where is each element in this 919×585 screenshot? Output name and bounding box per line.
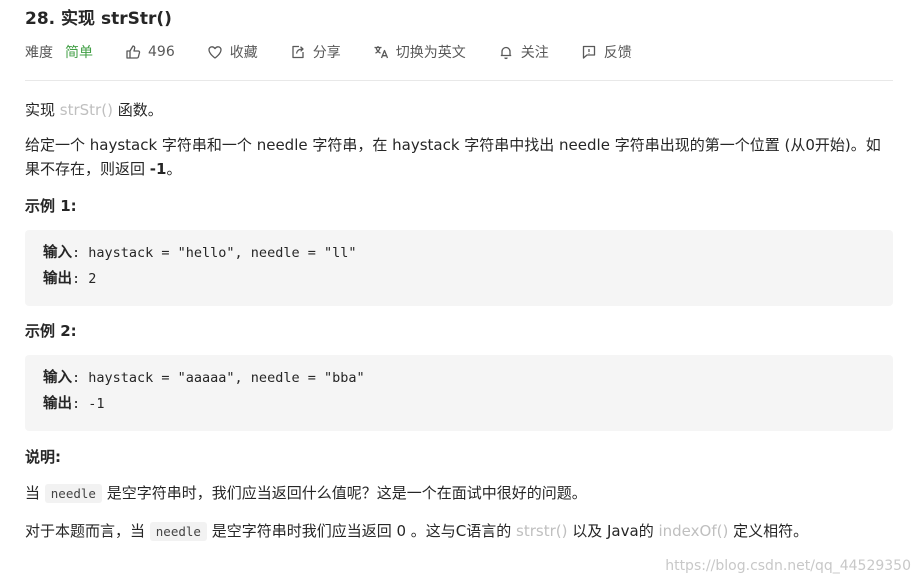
example2-input-value: : haystack = "aaaaa", needle = "bba" xyxy=(72,370,365,386)
like-button[interactable]: 496 xyxy=(125,44,175,60)
header-divider xyxy=(25,80,893,81)
note1-suffix: 是空字符串时，我们应当返回什么值呢？这是一个在面试中很好的问题。 xyxy=(101,484,587,502)
c-strstr-link[interactable]: strstr() xyxy=(516,522,567,540)
note2-prefix: 对于本题而言，当 xyxy=(25,522,150,540)
note2-end: 定义相符。 xyxy=(728,522,809,540)
note-heading: 说明: xyxy=(25,448,61,466)
feedback-label: 反馈 xyxy=(603,45,632,61)
follow-label: 关注 xyxy=(520,45,549,61)
example1-output-line: 输出: 2 xyxy=(43,266,875,292)
share-button[interactable]: 分享 xyxy=(290,42,341,62)
example2-input-line: 输入: haystack = "aaaaa", needle = "bba" xyxy=(43,365,875,391)
example1-code-block: 输入: haystack = "hello", needle = "ll" 输出… xyxy=(25,230,893,306)
thumbs-up-icon xyxy=(126,45,141,59)
switch-language-label: 切换为英文 xyxy=(395,45,466,61)
share-icon xyxy=(292,45,304,59)
problem-panel: 28. 实现 strStr() 难度 简单 496 收藏 分享 切换为英文 关注… xyxy=(25,0,893,544)
strstr-link[interactable]: strStr() xyxy=(60,101,113,119)
feedback-button[interactable]: 反馈 xyxy=(581,42,632,62)
favorite-button[interactable]: 收藏 xyxy=(207,42,258,62)
feedback-icon xyxy=(582,45,595,59)
switch-language-button[interactable]: 切换为英文 xyxy=(373,42,466,62)
note1-prefix: 当 xyxy=(25,484,45,502)
translate-icon xyxy=(374,46,388,59)
needle-code: needle xyxy=(44,484,102,503)
example2-input-label: 输入 xyxy=(43,370,72,386)
heart-icon xyxy=(208,46,222,59)
example1-input-label: 输入 xyxy=(43,245,72,261)
bell-icon xyxy=(500,46,511,60)
example2-heading: 示例 2: xyxy=(25,322,77,340)
favorite-label: 收藏 xyxy=(229,45,258,61)
description-end: 。 xyxy=(166,160,182,178)
note-paragraph-2: 对于本题而言，当 needle 是空字符串时我们应当返回 0 。这与C语言的 s… xyxy=(25,519,893,544)
example2-output-value: : -1 xyxy=(72,396,105,412)
intro-suffix: 函数。 xyxy=(112,101,163,119)
example1-output-value: : 2 xyxy=(72,271,97,287)
example1-input-value: : haystack = "hello", needle = "ll" xyxy=(72,245,357,261)
note-paragraph-1: 当 needle 是空字符串时，我们应当返回什么值呢？这是一个在面试中很好的问题… xyxy=(25,481,893,506)
description-paragraph: 给定一个 haystack 字符串和一个 needle 字符串，在 haysta… xyxy=(25,133,893,181)
intro-text: 实现 xyxy=(25,101,60,119)
return-value: -1 xyxy=(149,160,167,178)
difficulty-badge: 简单 xyxy=(65,45,93,61)
intro-paragraph: 实现 strStr() 函数。 xyxy=(25,98,893,122)
example1-input-line: 输入: haystack = "hello", needle = "ll" xyxy=(43,240,875,266)
difficulty-label: 难度 xyxy=(25,45,53,61)
example2-code-block: 输入: haystack = "aaaaa", needle = "bba" 输… xyxy=(25,355,893,431)
example1-heading: 示例 1: xyxy=(25,197,77,215)
like-count: 496 xyxy=(148,44,175,60)
share-label: 分享 xyxy=(312,45,341,61)
example1-output-label: 输出 xyxy=(43,271,72,287)
java-indexof-link[interactable]: indexOf() xyxy=(658,522,728,540)
note2-mid2: 以及 Java的 xyxy=(567,522,659,540)
problem-meta-bar: 难度 简单 496 收藏 分享 切换为英文 关注 反馈 xyxy=(25,42,893,62)
watermark: https://blog.csdn.net/qq_44529350 xyxy=(665,558,911,574)
follow-button[interactable]: 关注 xyxy=(498,42,549,62)
needle-code: needle xyxy=(149,522,207,541)
note2-mid: 是空字符串时我们应当返回 0 。这与C语言的 xyxy=(206,522,517,540)
example2-output-label: 输出 xyxy=(43,396,72,412)
problem-title: 28. 实现 strStr() xyxy=(25,9,172,29)
example2-output-line: 输出: -1 xyxy=(43,391,875,417)
